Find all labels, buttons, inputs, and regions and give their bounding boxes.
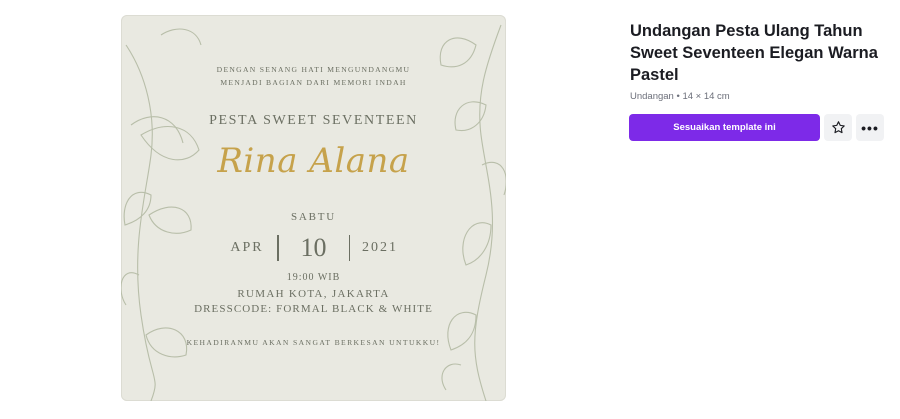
card-year: 2021	[362, 240, 398, 255]
card-day: SABTU	[290, 211, 337, 223]
favorite-button[interactable]	[824, 114, 852, 141]
card-intro-line1: DENGAN SENANG HATI MENGUNDANGMU	[216, 65, 411, 74]
card-intro-line2: MENJADI BAGIAN DARI MEMORI INDAH	[220, 78, 407, 87]
card-venue: RUMAH KOTA, JAKARTA	[237, 288, 390, 300]
card-intro: DENGAN SENANG HATI MENGUNDANGMU MENJADI …	[121, 63, 506, 89]
template-meta: Undangan • 14 × 14 cm	[630, 91, 730, 102]
customize-template-button[interactable]: Sesuaikan template ini	[629, 114, 820, 141]
card-celebrant-name: Rina Alana	[217, 141, 410, 181]
card-event-title: PESTA SWEET SEVENTEEN	[209, 113, 418, 128]
star-outline-icon	[831, 121, 845, 134]
card-dresscode: DRESSCODE: FORMAL BLACK & WHITE	[194, 303, 433, 315]
more-options-button[interactable]: •••	[856, 114, 884, 141]
template-title: Undangan Pesta Ulang Tahun Sweet Sevente…	[630, 22, 878, 84]
card-closing: KEHADIRANMU AKAN SANGAT BERKESAN UNTUKKU…	[186, 338, 441, 347]
more-horizontal-icon: •••	[861, 119, 879, 136]
card-time: 19:00 WIB	[286, 272, 341, 283]
card-date-row: APR 10 2021	[121, 233, 506, 263]
template-preview[interactable]: DENGAN SENANG HATI MENGUNDANGMU MENJADI …	[121, 15, 506, 401]
card-month: APR	[230, 240, 264, 255]
card-date: 10	[300, 233, 327, 262]
